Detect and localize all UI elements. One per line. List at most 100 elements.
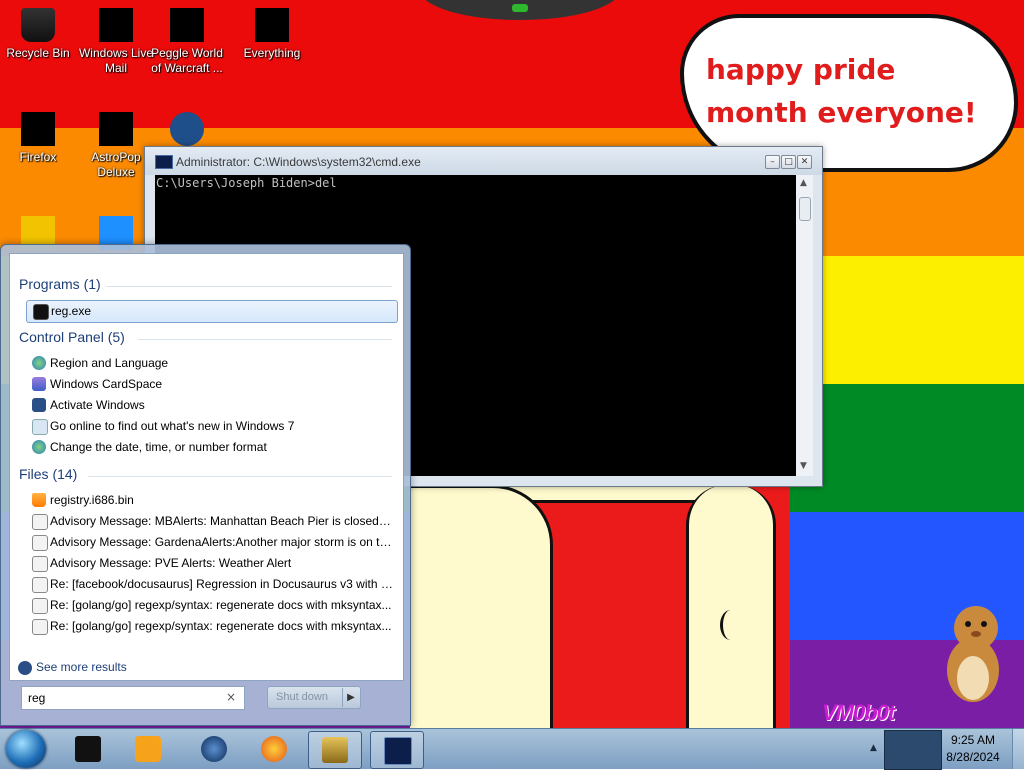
show-hidden-icons-icon[interactable]: ▲ [870, 743, 877, 753]
result-item-label: Windows CardSpace [50, 377, 163, 391]
result-item-file-4[interactable]: Re: [facebook/docusaurus] Regression in … [26, 574, 396, 595]
result-item-label: Re: [golang/go] regexp/syntax: regenerat… [50, 598, 392, 612]
maximize-button[interactable]: □ [781, 155, 796, 169]
result-item-file-1[interactable]: Advisory Message: MBAlerts: Manhattan Be… [26, 511, 396, 532]
result-item-label: Region and Language [50, 356, 169, 370]
mail-icon [32, 514, 48, 530]
taskbar-btn-0[interactable] [62, 731, 114, 767]
minimize-icon: – [770, 157, 775, 167]
taskbar: ▲ 9:25 AM 8/28/2024 [0, 728, 1024, 770]
result-item-label: Advisory Message: PVE Alerts: Weather Al… [50, 556, 292, 570]
desktop-icon-recycle-bin[interactable]: Recycle Bin [0, 2, 76, 61]
section-header-control-panel[interactable]: Control Panel (5) [19, 329, 125, 345]
result-item-file-6[interactable]: Re: [golang/go] regexp/syntax: regenerat… [26, 616, 396, 637]
scroll-down-icon[interactable]: ▼ [800, 461, 807, 471]
see-more-results-link[interactable]: See more results [18, 660, 127, 675]
start-search-input[interactable]: reg × [21, 686, 245, 710]
result-item-label: Go online to find out what's new in Wind… [50, 419, 295, 433]
tray-status-icon[interactable] [884, 730, 942, 770]
desktop-icon-everything[interactable]: Everything [234, 2, 310, 61]
result-item-region-language[interactable]: Region and Language [26, 353, 396, 374]
astropop-icon [99, 112, 133, 146]
desktop-icon-windows-live-mail[interactable]: Windows Live Mail [78, 2, 154, 76]
recycle-bin-icon [21, 8, 55, 42]
divider [138, 339, 392, 340]
desktop-icon-label: AstroPop Deluxe [91, 150, 141, 179]
cmd-titlebar[interactable]: Administrator: C:\Windows\system32\cmd.e… [145, 147, 822, 175]
result-item-file-5[interactable]: Re: [golang/go] regexp/syntax: regenerat… [26, 595, 396, 616]
result-item-reg-exe[interactable]: reg.exe [26, 300, 398, 323]
result-item-file-2[interactable]: Advisory Message: GardenaAlerts:Another … [26, 532, 396, 553]
result-item-label: Change the date, time, or number format [50, 440, 267, 454]
scroll-thumb[interactable] [799, 197, 811, 221]
mail-icon [32, 535, 48, 551]
taskbar-btn-1[interactable] [122, 731, 174, 767]
result-item-label: Re: [golang/go] regexp/syntax: regenerat… [50, 619, 392, 633]
box-game-icon [322, 737, 348, 763]
desktop-icon-label: Windows Live Mail [78, 46, 154, 75]
result-item-file-3[interactable]: Advisory Message: PVE Alerts: Weather Al… [26, 553, 396, 574]
search-globe-icon [18, 660, 32, 675]
taskbar-btn-4[interactable] [308, 731, 362, 769]
mail-icon [99, 8, 133, 42]
divider [106, 286, 392, 287]
taskbar-btn-5[interactable] [370, 731, 424, 769]
speech-bubble-text: happy pride month everyone! [706, 53, 977, 129]
result-item-date-time[interactable]: Change the date, time, or number format [26, 437, 396, 458]
result-item-activate-windows[interactable]: Activate Windows [26, 395, 396, 416]
vlc-icon [32, 493, 46, 507]
show-desktop-button[interactable] [1012, 729, 1024, 769]
taskbar-clock[interactable]: 9:25 AM 8/28/2024 [938, 732, 1008, 766]
peggle-icon [170, 8, 204, 42]
firefox-icon [261, 736, 287, 762]
page-icon [32, 419, 48, 435]
app-icon [170, 112, 204, 146]
result-item-label: Advisory Message: MBAlerts: Manhattan Be… [50, 514, 394, 528]
section-header-programs[interactable]: Programs (1) [19, 276, 101, 292]
desktop-icon-peggle[interactable]: Peggle World of Warcraft ... [149, 2, 225, 76]
shutdown-button[interactable]: Shut down ▶ [267, 686, 361, 709]
clock-date: 8/28/2024 [946, 750, 1000, 764]
media-icon [75, 736, 101, 762]
start-menu-results-pane: Programs (1) reg.exe Control Panel (5) R… [9, 253, 404, 681]
taskbar-btn-2[interactable] [188, 731, 240, 767]
clear-search-icon[interactable]: × [226, 690, 236, 704]
cardspace-icon [32, 377, 46, 391]
drawing-arm-left [410, 485, 553, 728]
window-icon [135, 736, 161, 762]
cmd-window-title: Administrator: C:\Windows\system32\cmd.e… [176, 155, 421, 169]
result-item-cardspace[interactable]: Windows CardSpace [26, 374, 396, 395]
minimize-button[interactable]: – [765, 155, 780, 169]
shutdown-label: Shut down [276, 691, 328, 703]
result-item-label: Activate Windows [50, 398, 145, 412]
desktop-icon-label: Recycle Bin [6, 46, 70, 60]
console-icon [33, 304, 49, 320]
corner-logo: VM0b0t [822, 700, 895, 725]
result-item-whats-new[interactable]: Go online to find out what's new in Wind… [26, 416, 396, 437]
globe-icon [32, 440, 46, 454]
hamster-icon [947, 606, 999, 702]
desktop-icon-astropop[interactable]: AstroPop Deluxe [78, 106, 154, 180]
desktop-icon-firefox[interactable]: Firefox [0, 106, 76, 165]
drawing-ear [720, 610, 741, 640]
taskbar-btn-3[interactable] [248, 731, 300, 767]
start-menu: Programs (1) reg.exe Control Panel (5) R… [0, 244, 411, 726]
mail-icon [32, 619, 48, 635]
result-item-file-0[interactable]: registry.i686.bin [26, 490, 396, 511]
firefox-icon [21, 112, 55, 146]
section-header-files[interactable]: Files (14) [19, 466, 77, 482]
start-search-value: reg [28, 691, 46, 705]
desktop-icon-label: Peggle World of Warcraft ... [151, 46, 223, 75]
desktop-icon-unlabeled-3[interactable] [149, 106, 225, 150]
desktop-icon-label: Firefox [19, 150, 57, 164]
start-button[interactable] [6, 730, 46, 768]
scroll-up-icon[interactable]: ▲ [800, 178, 807, 188]
key-icon [32, 398, 46, 412]
shutdown-options-arrow-icon[interactable]: ▶ [342, 688, 359, 707]
mail-icon [32, 598, 48, 614]
divider [88, 476, 392, 477]
search-icon [255, 8, 289, 42]
console-scrollbar[interactable]: ▲ ▼ [796, 175, 813, 476]
close-button[interactable]: ✕ [797, 155, 812, 169]
result-item-label: Re: [facebook/docusaurus] Regression in … [50, 577, 394, 591]
